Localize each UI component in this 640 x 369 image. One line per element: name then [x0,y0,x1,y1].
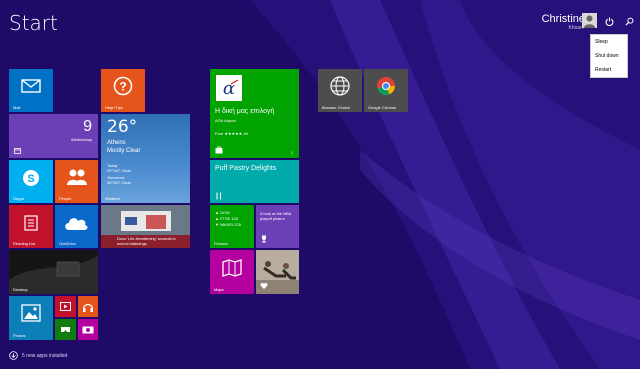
weather-tomorrow-range: 30°/20° Clear [107,180,131,185]
weather-city: Athens [107,140,126,146]
finance-line2: ▲ FTSE 100 [215,216,239,221]
tile-label: People [59,196,72,201]
trophy-icon [260,235,268,243]
tile-camera[interactable] [78,319,98,340]
calendar-day: 9 [83,118,92,135]
mail-icon [21,78,41,94]
calendar-icon [14,148,21,154]
people-icon [66,168,88,186]
chrome-icon [376,76,396,96]
start-title: Start [9,11,58,35]
user-icon [584,15,595,28]
tile-weather[interactable]: 26° Athens Mostly Clear Today 29°/18° Cl… [101,114,190,203]
calendar-weekday: Wednesday [70,137,92,142]
tile-mail[interactable]: Mail [9,69,53,112]
skype-icon: S [22,169,40,187]
weather-condition: Mostly Clear [107,148,141,154]
store-app-rating: Free ★★★★★ 46 [215,131,248,136]
tile-help-tips[interactable]: ? Help+Tips [101,69,145,112]
avatar[interactable] [582,13,597,28]
power-icon [605,16,613,26]
tile-reading-list[interactable]: Reading List [9,205,53,248]
tile-finance[interactable]: ▲ DOW ▲ FTSE 100 ▼ NIKKEI 225 Finance [210,205,254,248]
help-icon: ? [113,76,133,96]
heart-icon [260,282,268,290]
tile-label: OneDrive [59,241,76,246]
news-headline: Docs 'Life-threatening' wounds in school… [117,236,176,246]
search-icon [624,17,633,26]
tile-label: Weather [105,196,121,201]
finance-line1: ▲ DOW [215,210,230,215]
map-icon [222,259,242,277]
tile-label: Photos [13,333,26,338]
arrow-down-circle-icon [9,351,18,360]
tile-games[interactable] [55,319,76,340]
tile-browser-choice[interactable]: Browser Choice [318,69,362,112]
tile-calendar[interactable]: 9 Wednesday [9,114,98,158]
globe-icon [329,75,351,97]
power-menu-restart[interactable]: Restart [591,63,627,77]
camera-icon [82,325,94,334]
tile-maps[interactable]: Maps [210,250,254,294]
tile-health[interactable] [256,250,299,294]
user-name[interactable]: Christine [542,13,585,25]
svg-text:α: α [223,78,235,99]
tile-onedrive[interactable]: OneDrive [55,205,98,248]
tile-label: Skype [13,196,25,201]
tile-photos[interactable]: Photos [9,296,53,340]
tile-store[interactable]: α Η δική μας επιλογή ΑΠΑ Airport Free ★★… [210,69,299,158]
tile-label: Google Chrome [368,105,397,110]
tile-label: Finance [214,241,229,246]
new-apps-notice[interactable]: 5 new apps installed [9,351,67,360]
search-button[interactable] [622,14,636,28]
store-count: 1 [290,150,293,155]
tile-music[interactable] [78,296,98,317]
cloud-icon [63,215,89,231]
tile-news[interactable]: Docs 'Life-threatening' wounds in school… [101,205,190,248]
reading-list-icon [23,215,39,231]
weather-temp: 26° [107,117,138,137]
airport-logo-icon: α [223,78,239,99]
food-title: Puff Pastry Delights [215,165,277,172]
weather-today-range: 29°/18° Clear [107,168,131,173]
svg-text:S: S [27,173,34,185]
user-subtitle: Khoan [568,25,583,31]
headphones-icon [82,301,94,312]
finance-line3: ▼ NIKKEI 225 [215,222,241,227]
power-menu-sleep[interactable]: Sleep [591,35,627,49]
video-icon [60,302,71,311]
tile-sports[interactable]: A look at the NBA playoff picture [256,205,299,248]
controller-icon [60,325,71,334]
new-apps-text: 5 new apps installed [22,352,68,359]
tile-food[interactable]: Puff Pastry Delights [210,160,299,203]
power-button[interactable] [602,14,616,28]
tile-label: Reading List [13,241,36,246]
tile-google-chrome[interactable]: Google Chrome [364,69,408,112]
store-app-sub: ΑΠΑ Airport [215,118,236,123]
tile-skype[interactable]: S Skype [9,160,53,203]
power-menu: Sleep Shut down Restart [590,34,628,78]
store-app-logo: α [216,75,242,101]
tile-label: Desktop [13,287,28,292]
tile-label: Browser Choice [322,105,351,110]
tile-label: Mail [13,105,21,110]
food-icon [215,192,223,200]
photos-icon [21,304,41,322]
store-bag-icon [215,146,223,154]
store-app-title: Η δική μας επιλογή [215,108,275,115]
tile-label: Maps [214,287,224,292]
tile-label: Help+Tips [105,105,123,110]
tile-video[interactable] [55,296,76,317]
sports-text: A look at the NBA playoff picture [260,211,292,221]
svg-text:?: ? [119,80,126,94]
tile-desktop[interactable]: Desktop [9,250,98,294]
tile-people[interactable]: People [55,160,98,203]
power-menu-shutdown[interactable]: Shut down [591,49,627,63]
